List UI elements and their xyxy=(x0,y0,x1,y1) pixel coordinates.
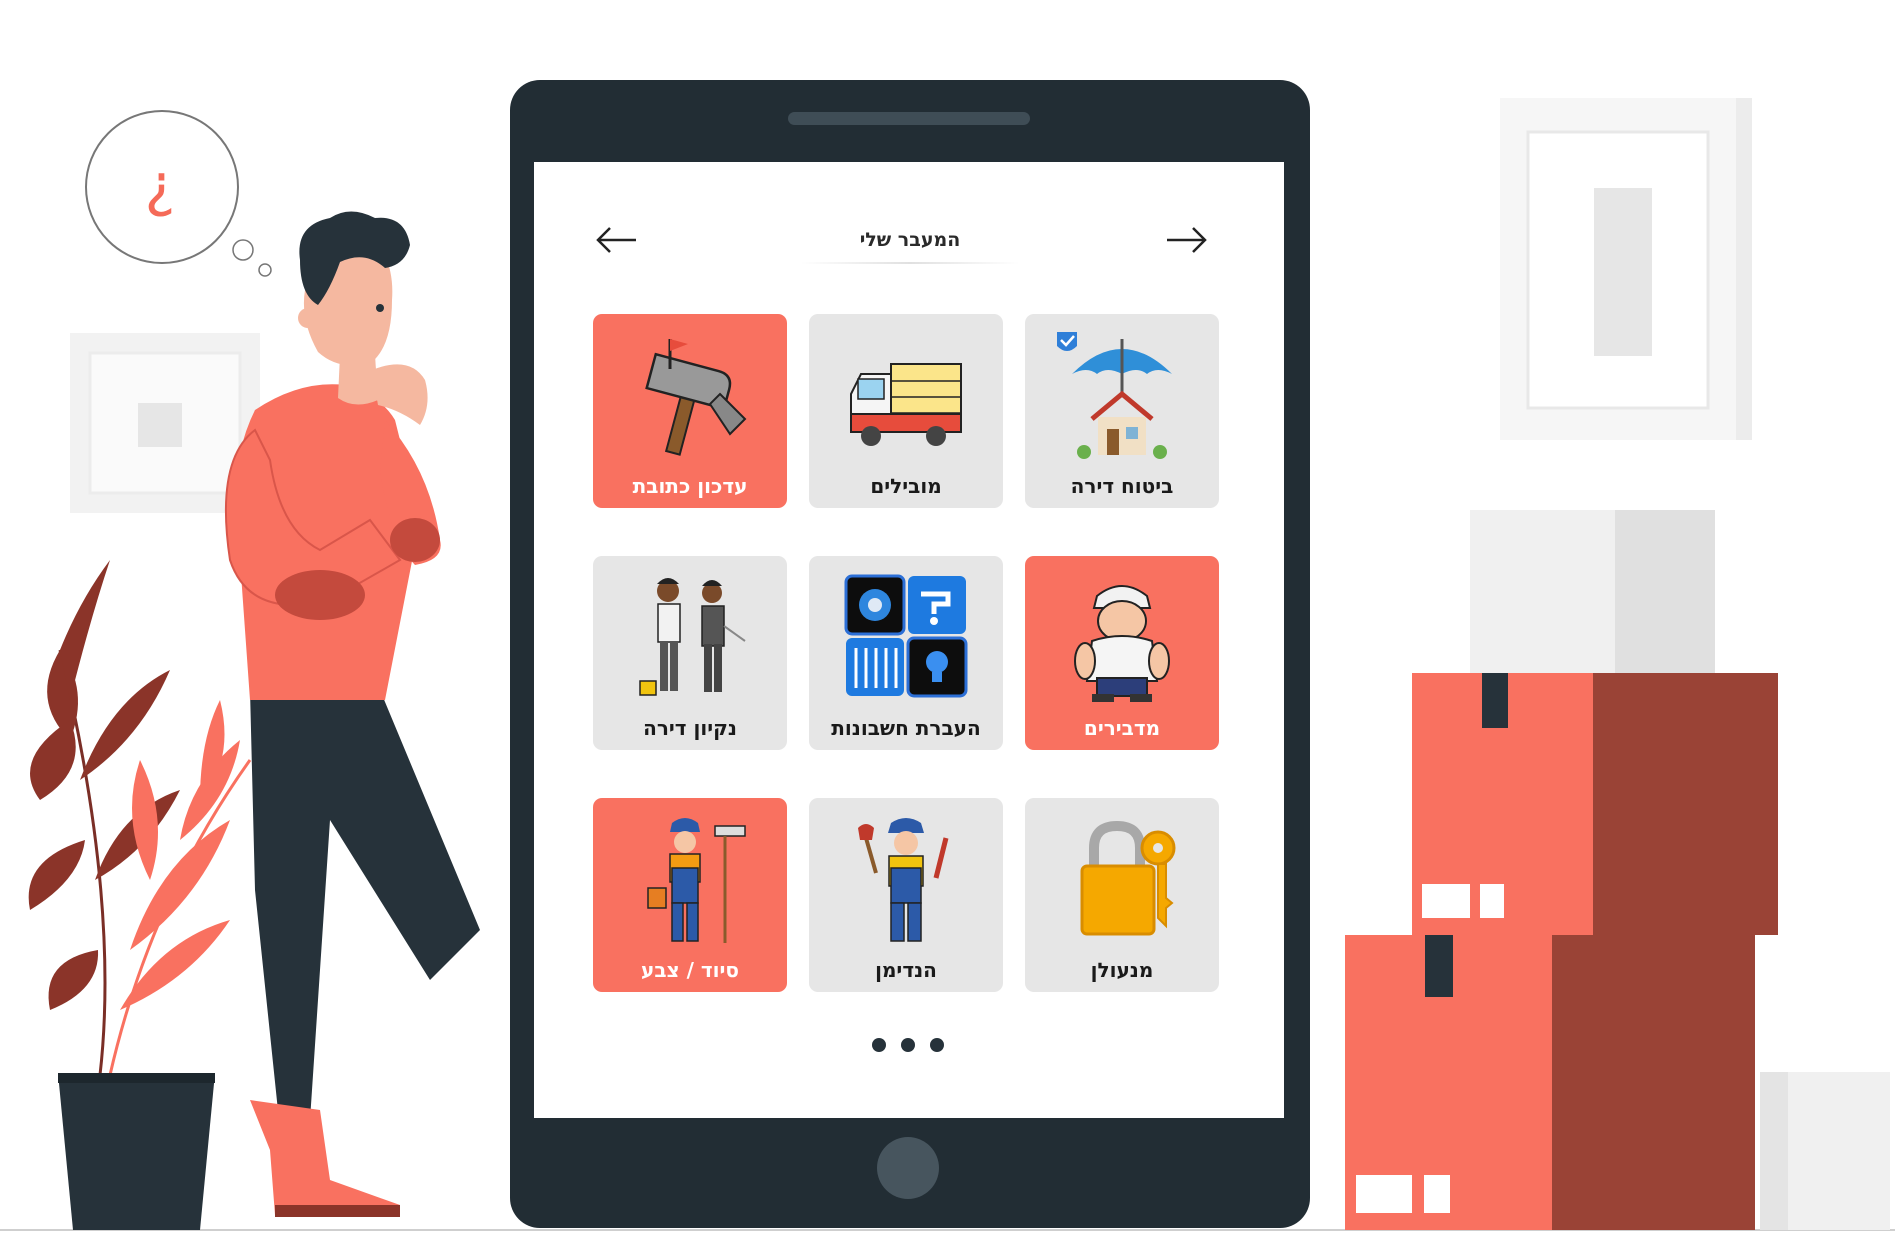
tile-utility-transfer[interactable]: העברת חשבונות xyxy=(809,556,1003,750)
question-mark-icon: ¿ xyxy=(144,151,176,219)
tile-label: נקיון דירה xyxy=(643,716,737,740)
tile-movers[interactable]: מובילים xyxy=(809,314,1003,508)
painter-icon xyxy=(647,818,746,943)
tile-house-insurance[interactable]: ביטוח דירה xyxy=(1025,314,1219,508)
moving-truck-icon xyxy=(850,363,962,446)
tile-address-update[interactable]: עדכון כתובת xyxy=(593,314,787,508)
plumber-icon xyxy=(858,818,949,942)
arrow-left-icon[interactable] xyxy=(594,225,638,255)
house-insurance-icon xyxy=(1057,332,1172,459)
tile-painting[interactable]: סיוד / צבע xyxy=(593,798,787,992)
tile-label: הנדימן xyxy=(875,958,937,982)
tile-label: מנעולן xyxy=(1090,958,1154,982)
tile-label: מובילים xyxy=(870,474,942,498)
page-title: המעבר שלי xyxy=(859,229,961,251)
utilities-icon xyxy=(844,574,968,698)
home-button[interactable] xyxy=(877,1137,939,1199)
tile-exterminators[interactable]: מדבירים xyxy=(1025,556,1219,750)
page-dot[interactable] xyxy=(872,1038,886,1052)
padlock-key-icon xyxy=(1080,820,1176,936)
tile-label: מדבירים xyxy=(1083,716,1161,740)
tile-label: סיוד / צבע xyxy=(641,958,739,982)
tile-label: העברת חשבונות xyxy=(831,716,981,740)
title-underline xyxy=(800,262,1020,264)
wall-frame-right xyxy=(1500,98,1752,440)
arrow-right-icon[interactable] xyxy=(1165,225,1209,255)
tablet-speaker xyxy=(788,112,1030,125)
tile-apartment-cleaning[interactable]: נקיון דירה xyxy=(593,556,787,750)
page-dot[interactable] xyxy=(930,1038,944,1052)
tile-locksmith[interactable]: מנעולן xyxy=(1025,798,1219,992)
mailbox-icon xyxy=(645,339,747,456)
moving-boxes xyxy=(1345,510,1890,1230)
pagination-dots[interactable] xyxy=(872,1038,944,1054)
person-illustration xyxy=(224,211,480,1217)
tile-label: ביטוח דירה xyxy=(1070,474,1174,498)
cleaners-icon xyxy=(639,578,746,696)
page-dot[interactable] xyxy=(901,1038,915,1052)
plant xyxy=(28,560,252,1230)
tile-handyman[interactable]: הנדימן xyxy=(809,798,1003,992)
tile-label: עדכון כתובת xyxy=(632,474,748,498)
exterminator-icon xyxy=(1074,585,1170,702)
